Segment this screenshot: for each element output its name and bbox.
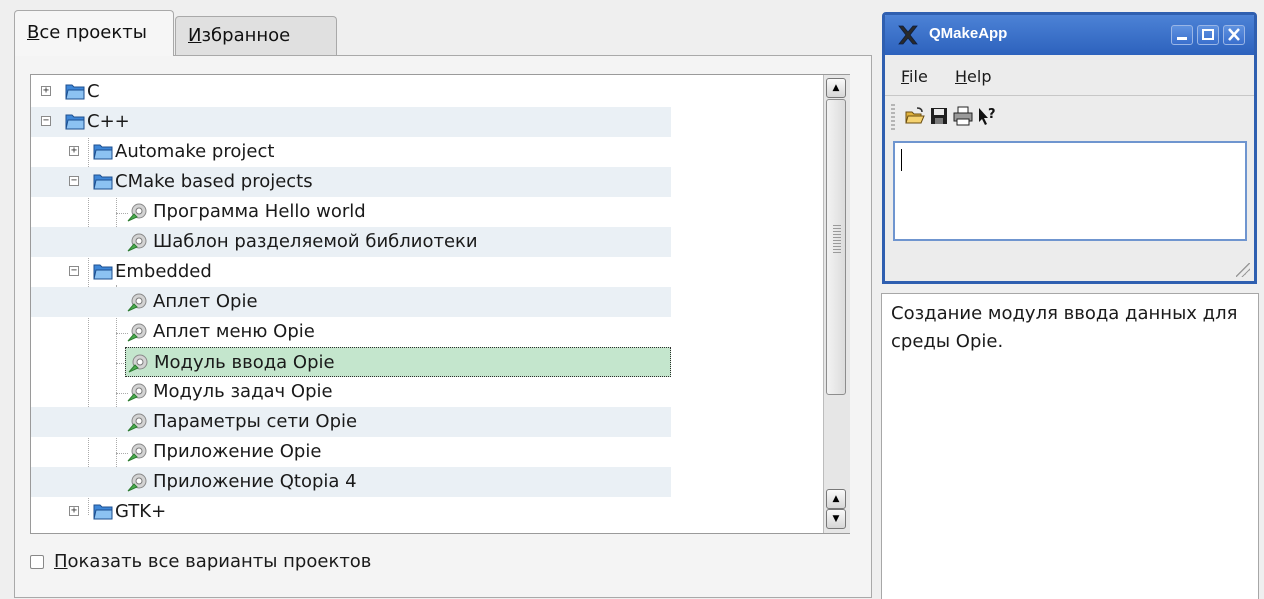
expand-icon[interactable]: + <box>41 86 51 96</box>
tree-item-row[interactable]: Приложение Qtopia 4 <box>31 467 671 497</box>
tree-folder-row[interactable]: − C++ <box>31 107 671 137</box>
tree-item-label: Аплет Opie <box>153 291 258 312</box>
scroll-up-button[interactable]: ▲ <box>826 78 846 98</box>
tree-item-label: C++ <box>87 111 130 132</box>
tab-all-projects[interactable]: Все проекты <box>14 10 174 56</box>
tree-item-row[interactable]: Шаблон разделяемой библиотеки <box>31 227 671 257</box>
scroll-down-button[interactable]: ▼ <box>826 509 846 529</box>
preview-toolbar: ? <box>885 96 1254 140</box>
tree-item-row[interactable]: Приложение Opie <box>31 437 671 467</box>
expand-icon[interactable]: + <box>69 506 79 516</box>
tree-scrollbar[interactable]: ▲ ▲ ▼ <box>823 75 850 533</box>
tab-favorites[interactable]: Избранное <box>175 16 337 55</box>
svg-text:?: ? <box>988 107 996 122</box>
scroll-grip <box>833 225 841 255</box>
folder-icon <box>65 84 85 100</box>
tree-item-label: GTK+ <box>115 501 167 522</box>
project-tree[interactable]: + C − C++ + Automake project − CMake based proj… <box>30 74 850 534</box>
text-caret <box>901 149 902 171</box>
tree-item-row[interactable]: Модуль задач Opie <box>31 377 671 407</box>
project-template-icon <box>127 383 147 402</box>
tree-item-label: Embedded <box>115 261 212 282</box>
tree-folder-row[interactable]: − CMake based projects <box>31 167 671 197</box>
size-grip[interactable] <box>1236 263 1250 277</box>
tree-folder-row[interactable]: + Automake project <box>31 137 671 167</box>
tree-item-row[interactable]: Программа Hello world <box>31 197 671 227</box>
tree-item-label: Программа Hello world <box>153 201 366 222</box>
scroll-thumb[interactable] <box>826 99 846 395</box>
project-template-icon <box>127 443 147 462</box>
save-icon[interactable] <box>929 106 949 126</box>
tab-all-projects-label: Все проекты <box>27 22 147 43</box>
preview-menubar: File Help <box>885 55 1254 96</box>
folder-icon <box>93 504 113 520</box>
project-template-icon <box>127 233 147 252</box>
close-icon <box>1228 28 1240 41</box>
project-template-icon <box>127 473 147 492</box>
open-icon[interactable] <box>905 106 925 126</box>
folder-icon <box>93 264 113 280</box>
tree-folder-row[interactable]: + C <box>31 77 671 107</box>
folder-icon <box>93 174 113 190</box>
project-template-icon <box>127 323 147 342</box>
x-app-icon <box>898 25 918 45</box>
tree-folder-row[interactable]: − Embedded <box>31 257 671 287</box>
minimize-icon <box>1177 37 1187 40</box>
tree-item-label: Аплет меню Opie <box>153 321 315 342</box>
tree-item-label: Приложение Opie <box>153 441 322 462</box>
menu-help[interactable]: Help <box>955 67 991 86</box>
tree-item-label: Automake project <box>115 141 275 162</box>
show-all-variants-label: Показать все варианты проектов <box>54 551 372 572</box>
tab-favorites-label: Избранное <box>188 25 291 46</box>
tree-item-label: Модуль ввода Opie <box>154 352 335 373</box>
print-icon[interactable] <box>953 106 973 126</box>
collapse-icon[interactable]: − <box>69 176 79 186</box>
project-template-icon <box>127 293 147 312</box>
tree-folder-row[interactable]: + GTK+ <box>31 497 671 527</box>
tree-item-label: Шаблон разделяемой библиотеки <box>153 231 478 252</box>
project-description: Создание модуля ввода данных для среды O… <box>881 293 1259 599</box>
folder-icon <box>93 144 113 160</box>
tree-item-label: Модуль задач Opie <box>153 381 333 402</box>
close-button[interactable] <box>1223 25 1245 45</box>
whats-this-icon[interactable]: ? <box>977 106 997 126</box>
tree-item-row[interactable]: Модуль ввода Opie <box>125 347 671 377</box>
tree-item-row[interactable]: Аплет меню Opie <box>31 317 671 347</box>
project-template-icon <box>127 413 147 432</box>
maximize-button[interactable] <box>1197 25 1219 45</box>
window-title: QMakeApp <box>929 25 1008 42</box>
preview-window: QMakeApp File Help ? <box>882 12 1257 284</box>
checkbox-box[interactable] <box>30 555 44 569</box>
project-template-icon <box>127 203 147 222</box>
scroll-up-button-lower[interactable]: ▲ <box>826 489 846 509</box>
collapse-icon[interactable]: − <box>69 266 79 276</box>
preview-text-edit[interactable] <box>893 141 1247 241</box>
toolbar-handle[interactable] <box>891 104 895 132</box>
expand-icon[interactable]: + <box>69 146 79 156</box>
folder-icon <box>65 114 85 130</box>
menu-file[interactable]: File <box>901 67 928 86</box>
tree-item-label: CMake based projects <box>115 171 313 192</box>
preview-titlebar: QMakeApp <box>885 15 1254 55</box>
minimize-button[interactable] <box>1171 25 1193 45</box>
collapse-icon[interactable]: − <box>41 116 51 126</box>
project-template-icon <box>128 354 148 373</box>
tree-item-row[interactable]: Параметры сети Opie <box>31 407 671 437</box>
tree-item-label: C <box>87 81 100 102</box>
maximize-icon <box>1202 29 1214 40</box>
tree-item-row[interactable]: Аплет Opie <box>31 287 671 317</box>
tree-item-label: Параметры сети Opie <box>153 411 358 432</box>
tree-item-label: Приложение Qtopia 4 <box>153 471 357 492</box>
